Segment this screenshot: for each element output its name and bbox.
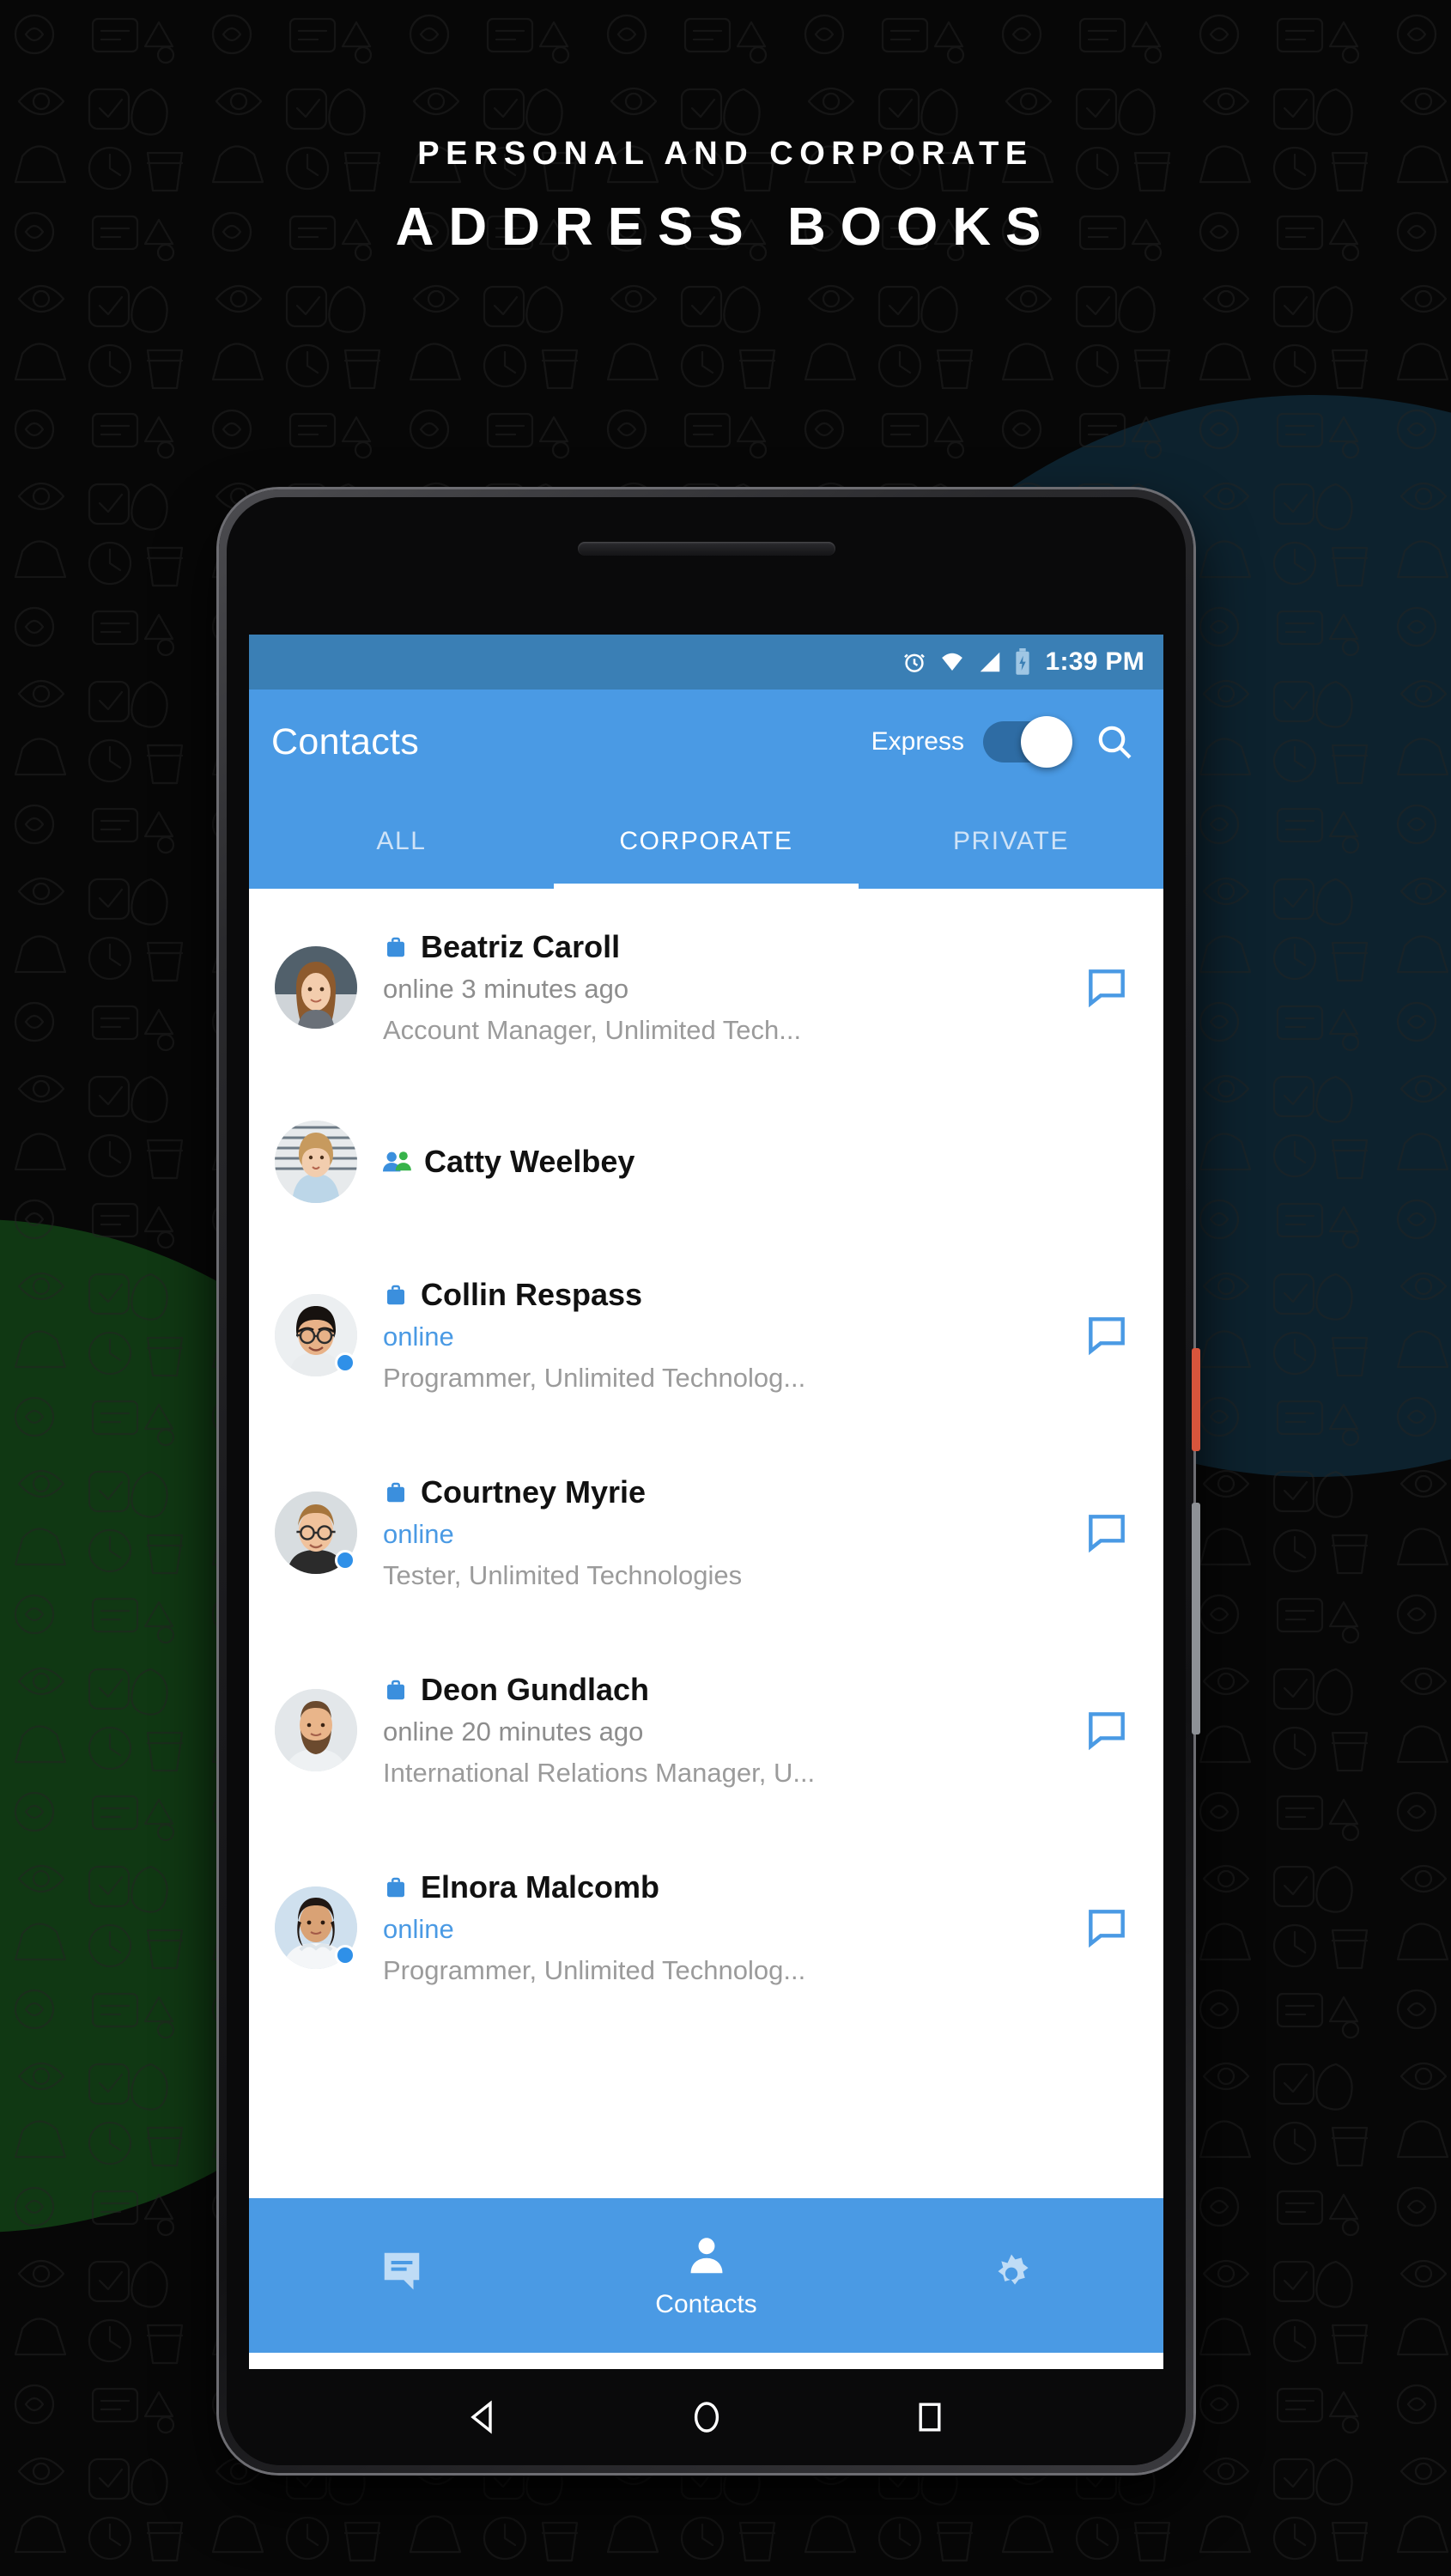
list-item[interactable]: Collin Respass online Programmer, Unlimi… — [249, 1236, 1163, 1434]
page-title: Contacts — [271, 720, 420, 762]
bottom-nav: Contacts — [249, 2198, 1163, 2353]
contact-name: Beatriz Caroll — [421, 929, 621, 964]
phone-screen: 1:39 PM Contacts Express ALL CORPORATE P… — [249, 635, 1163, 2369]
app-bar-actions: Express — [871, 715, 1141, 769]
alarm-icon — [902, 649, 927, 675]
list-item[interactable]: Catty Weelbey — [249, 1086, 1163, 1236]
tab-bar: ALL CORPORATE PRIVATE — [249, 794, 1163, 889]
briefcase-icon — [383, 1282, 409, 1308]
contact-status: online — [383, 1914, 454, 1944]
android-navigation-bar — [249, 2369, 1163, 2465]
contact-info: Courtney Myrie online Tester, Unlimited … — [357, 1474, 1076, 1591]
avatar — [275, 1689, 357, 1771]
online-indicator — [335, 1352, 355, 1373]
contact-name: Elnora Malcomb — [421, 1869, 660, 1905]
nav-item-settings[interactable] — [859, 2247, 1163, 2305]
contact-name: Deon Gundlach — [421, 1672, 650, 1707]
contact-title: Programmer, Unlimited Technolog... — [383, 1363, 806, 1393]
list-item[interactable]: Beatriz Caroll online 3 minutes ago Acco… — [249, 889, 1163, 1086]
avatar — [275, 1294, 357, 1376]
avatar — [275, 1492, 357, 1574]
wifi-icon — [938, 649, 966, 675]
group-icon — [383, 1149, 412, 1175]
contact-status: online — [383, 1519, 454, 1549]
nav-item-chats[interactable] — [249, 2247, 554, 2305]
contact-status: online 20 minutes ago — [383, 1716, 644, 1747]
phone-body: 1:39 PM Contacts Express ALL CORPORATE P… — [219, 489, 1193, 2473]
tab-corporate[interactable]: CORPORATE — [554, 794, 859, 889]
gear-icon — [988, 2247, 1035, 2298]
briefcase-icon — [383, 1479, 409, 1505]
list-item[interactable]: Elnora Malcomb online Programmer, Unlimi… — [249, 1829, 1163, 2026]
briefcase-icon — [383, 934, 409, 960]
contact-name: Catty Weelbey — [424, 1143, 635, 1179]
contact-info: Catty Weelbey — [357, 1144, 1138, 1180]
avatar — [275, 1886, 357, 1969]
nav-item-contacts[interactable]: Contacts — [554, 2233, 859, 2319]
chat-icon[interactable] — [1076, 1502, 1138, 1564]
contact-status: online 3 minutes ago — [383, 974, 629, 1004]
promo-headline: PERSONAL AND CORPORATE ADDRESS BOOKS — [0, 137, 1451, 254]
signal-icon — [977, 649, 1003, 675]
briefcase-icon — [383, 1677, 409, 1703]
search-icon[interactable] — [1088, 715, 1141, 769]
chat-icon[interactable] — [1076, 957, 1138, 1018]
contact-status: online — [383, 1321, 454, 1352]
app-bar: Contacts Express — [249, 690, 1163, 794]
express-toggle[interactable] — [983, 716, 1072, 768]
home-icon[interactable] — [681, 2391, 732, 2443]
list-item[interactable]: Deon Gundlach online 20 minutes ago Inte… — [249, 1631, 1163, 1829]
status-time: 1:39 PM — [1045, 647, 1144, 676]
chat-icon[interactable] — [1076, 1699, 1138, 1761]
back-icon[interactable] — [458, 2391, 509, 2443]
express-toggle-knob — [1021, 716, 1072, 768]
phone-mockup: 1:39 PM Contacts Express ALL CORPORATE P… — [219, 489, 1200, 2473]
person-icon — [683, 2233, 730, 2283]
contact-info: Beatriz Caroll online 3 minutes ago Acco… — [357, 929, 1076, 1046]
contact-title: Programmer, Unlimited Technolog... — [383, 1955, 806, 1985]
online-indicator — [335, 1550, 355, 1571]
briefcase-icon — [383, 1874, 409, 1900]
battery-charging-icon — [1014, 648, 1031, 676]
nav-label-contacts: Contacts — [655, 2289, 757, 2318]
tab-private[interactable]: PRIVATE — [859, 794, 1163, 889]
status-bar: 1:39 PM — [249, 635, 1163, 690]
tab-all[interactable]: ALL — [249, 794, 554, 889]
chat-icon[interactable] — [1076, 1897, 1138, 1959]
avatar — [275, 1120, 357, 1203]
contact-info: Deon Gundlach online 20 minutes ago Inte… — [357, 1672, 1076, 1789]
promo-line-2: ADDRESS BOOKS — [395, 197, 1056, 257]
contact-title: Account Manager, Unlimited Tech... — [383, 1015, 802, 1045]
phone-bezel: 1:39 PM Contacts Express ALL CORPORATE P… — [227, 497, 1186, 2465]
volume-button[interactable] — [1192, 1503, 1200, 1735]
contact-info: Elnora Malcomb online Programmer, Unlimi… — [357, 1869, 1076, 1986]
online-indicator — [335, 1945, 355, 1965]
express-label: Express — [871, 727, 964, 756]
contact-list[interactable]: Beatriz Caroll online 3 minutes ago Acco… — [249, 889, 1163, 2198]
chat-icon — [379, 2247, 425, 2298]
contact-name: Collin Respass — [421, 1277, 643, 1312]
promo-line-1: PERSONAL AND CORPORATE — [417, 136, 1034, 172]
contact-name: Courtney Myrie — [421, 1474, 647, 1510]
contact-title: Tester, Unlimited Technologies — [383, 1560, 743, 1590]
recents-icon[interactable] — [904, 2391, 956, 2443]
earpiece-speaker — [577, 542, 835, 556]
chat-icon[interactable] — [1076, 1304, 1138, 1366]
power-button[interactable] — [1192, 1348, 1200, 1451]
contact-title: International Relations Manager, U... — [383, 1758, 816, 1788]
contact-info: Collin Respass online Programmer, Unlimi… — [357, 1277, 1076, 1394]
list-item[interactable]: Courtney Myrie online Tester, Unlimited … — [249, 1434, 1163, 1631]
avatar — [275, 946, 357, 1029]
